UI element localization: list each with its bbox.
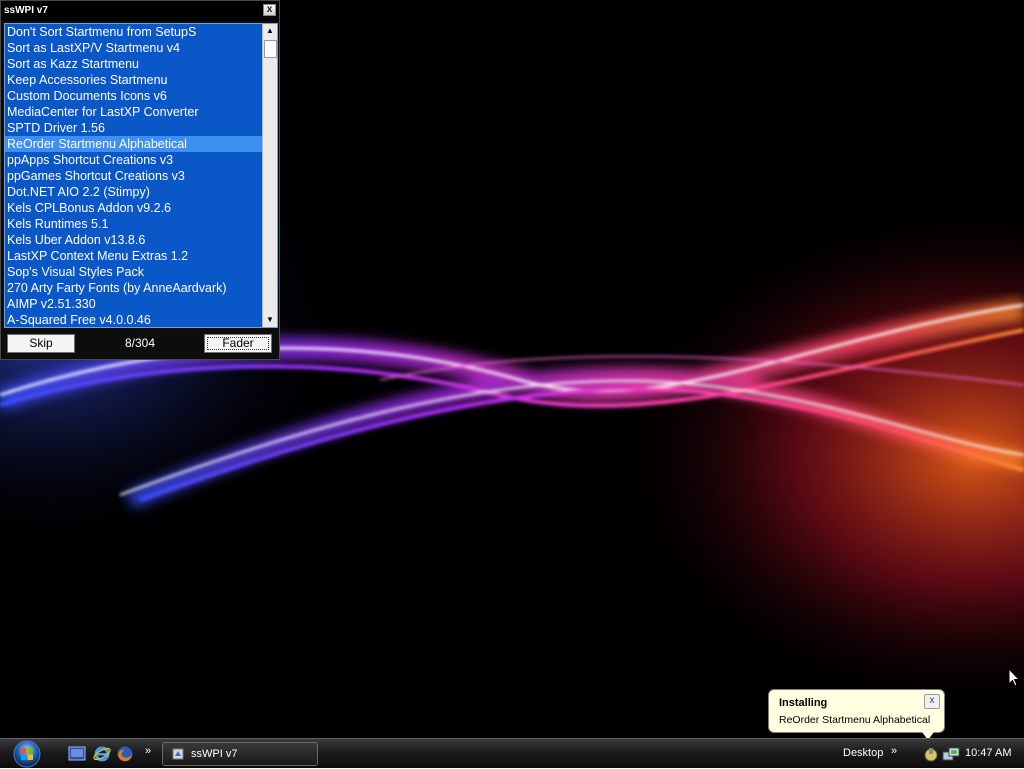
desktop-background: ssWPI v7 x Don't Sort Startmenu from Set… [0,0,1024,738]
list-item[interactable]: ReOrder Startmenu Alphabetical [5,136,262,152]
window-titlebar[interactable]: ssWPI v7 x [1,1,279,21]
list-item[interactable]: A-Squared Free v4.0.0.46 [5,312,262,327]
installer-tray-icon[interactable] [922,745,940,763]
window-title: ssWPI v7 [4,5,48,16]
balloon-title: Installing [779,697,828,709]
installing-balloon: Installing ReOrder Startmenu Alphabetica… [768,689,945,733]
window-close-button[interactable]: x [263,4,276,16]
list-item[interactable]: LastXP Context Menu Extras 1.2 [5,248,262,264]
list-item[interactable]: Kels CPLBonus Addon v9.2.6 [5,200,262,216]
sswpi-window: ssWPI v7 x Don't Sort Startmenu from Set… [0,0,280,360]
balloon-text: ReOrder Startmenu Alphabetical [779,714,931,726]
scroll-up-arrow-icon[interactable]: ▲ [263,24,277,38]
install-list: Don't Sort Startmenu from SetupS Sort as … [5,24,262,327]
balloon-close-button[interactable]: x [924,694,940,709]
list-item[interactable]: MediaCenter for LastXP Converter [5,104,262,120]
list-item[interactable]: Sort as Kazz Startmenu [5,56,262,72]
list-item[interactable]: Custom Documents Icons v6 [5,88,262,104]
window-bottom-bar: Skip 8/304 Fader [4,331,278,357]
firefox-icon[interactable] [116,745,134,763]
skip-button[interactable]: Skip [7,334,75,353]
quicklaunch-chevron-icon[interactable]: » [145,745,151,757]
list-item[interactable]: SPTD Driver 1.56 [5,120,262,136]
install-listbox[interactable]: Don't Sort Startmenu from SetupS Sort as … [4,23,278,328]
list-item[interactable]: 270 Arty Farty Fonts (by AnneAardvark) [5,280,262,296]
list-item[interactable]: ppApps Shortcut Creations v3 [5,152,262,168]
list-item[interactable]: Sort as LastXP/V Startmenu v4 [5,40,262,56]
network-tray-icon[interactable] [942,745,960,763]
taskbar-clock[interactable]: 10:47 AM [965,747,1011,759]
list-item[interactable]: Sop's Visual Styles Pack [5,264,262,280]
list-item[interactable]: Kels Runtimes 5.1 [5,216,262,232]
list-scrollbar[interactable]: ▲ ▼ [262,24,277,327]
desktop-toolbar-chevron-icon[interactable]: » [891,745,897,757]
list-item[interactable]: Kels Uber Addon v13.8.6 [5,232,262,248]
scroll-down-arrow-icon[interactable]: ▼ [263,313,277,327]
task-button-sswpi[interactable]: ssWPI v7 [162,742,318,766]
list-item[interactable]: Dot.NET AIO 2.2 (Stimpy) [5,184,262,200]
task-button-label: ssWPI v7 [191,748,238,760]
list-item[interactable]: ppGames Shortcut Creations v3 [5,168,262,184]
progress-counter: 8/304 [124,336,156,350]
desktop-toolbar-label[interactable]: Desktop [843,747,883,759]
windows-start-orb-icon[interactable] [10,739,44,769]
taskbar: » ssWPI v7 Desktop » 10:47 AM [0,738,1024,768]
list-item[interactable]: Don't Sort Startmenu from SetupS [5,24,262,40]
list-item[interactable]: Keep Accessories Startmenu [5,72,262,88]
scroll-thumb[interactable] [264,40,277,58]
fader-button[interactable]: Fader [204,334,272,353]
internet-explorer-icon[interactable] [93,745,111,763]
sswpi-app-icon [172,748,184,760]
mouse-cursor-icon [1008,668,1020,687]
list-item[interactable]: AIMP v2.51.330 [5,296,262,312]
show-desktop-icon[interactable] [68,745,86,763]
